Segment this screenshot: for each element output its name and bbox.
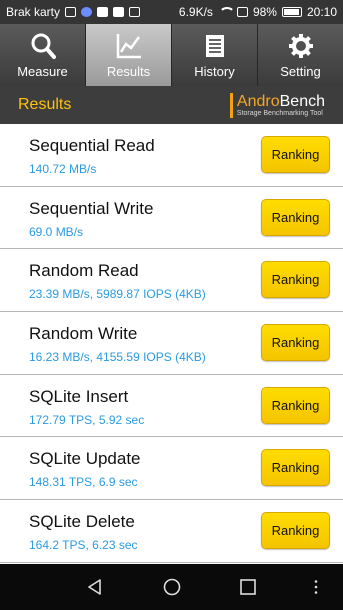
tab-setting[interactable]: Setting — [258, 24, 343, 86]
mail-icon-2 — [113, 7, 125, 17]
results-list[interactable]: Sequential Read 140.72 MB/s Ranking Sequ… — [0, 124, 343, 564]
tab-label: Setting — [280, 63, 321, 79]
battery-percent: 98% — [252, 5, 277, 19]
network-speed: 6.9K/s — [178, 5, 213, 19]
wifi-icon — [218, 7, 235, 17]
result-row-sqlite-update: SQLite Update 148.31 TPS, 6.9 sec Rankin… — [0, 437, 343, 501]
result-row-random-write: Random Write 16.23 MB/s, 4155.59 IOPS (4… — [0, 312, 343, 375]
menu-icon — [314, 580, 318, 594]
image-icon — [129, 7, 141, 17]
mail-icon — [97, 7, 109, 17]
clock: 20:10 — [306, 5, 337, 19]
logo-text: AndroBench — [237, 93, 325, 110]
list-icon — [205, 34, 224, 57]
result-value: 164.2 TPS, 6.23 sec — [29, 538, 138, 553]
result-name: Random Read — [29, 261, 139, 281]
sim-icon — [65, 7, 77, 17]
page-title: Results — [18, 96, 72, 113]
result-value: 172.79 TPS, 5.92 sec — [29, 412, 145, 427]
tab-history[interactable]: History — [172, 24, 258, 86]
menu-button[interactable] — [296, 564, 336, 610]
notification-icon — [81, 7, 93, 17]
result-value: 140.72 MB/s — [29, 162, 97, 176]
home-button[interactable] — [152, 564, 192, 610]
result-name: SQLite Update — [29, 449, 141, 469]
status-bar: Brak karty 6.9K/s 98% 20:10 — [0, 0, 343, 24]
result-value: 16.23 MB/s, 4155.59 IOPS (4KB) — [29, 350, 206, 365]
recents-button[interactable] — [228, 564, 268, 610]
navigation-bar — [0, 564, 343, 610]
result-name: Sequential Write — [29, 198, 154, 218]
logo-text-bench: Bench — [279, 92, 325, 110]
tab-results[interactable]: Results — [86, 24, 172, 86]
result-row-random-read: Random Read 23.39 MB/s, 5989.87 IOPS (4K… — [0, 249, 343, 313]
back-button[interactable] — [75, 564, 115, 610]
tab-label: History — [194, 63, 235, 79]
ranking-button[interactable]: Ranking — [261, 198, 330, 236]
ranking-button[interactable]: Ranking — [261, 386, 330, 424]
result-row-sqlite-delete: SQLite Delete 164.2 TPS, 6.23 sec Rankin… — [0, 500, 343, 563]
result-name: Random Write — [29, 324, 138, 344]
vibrate-icon — [236, 7, 248, 17]
ranking-button[interactable]: Ranking — [261, 449, 330, 487]
result-row-sequential-read: Sequential Read 140.72 MB/s Ranking — [0, 124, 343, 187]
result-value: 69.0 MB/s — [29, 224, 84, 239]
result-name: SQLite Delete — [29, 512, 135, 532]
carrier-label: Brak karty — [6, 5, 61, 19]
battery-icon — [281, 7, 302, 17]
chart-icon — [116, 33, 141, 58]
logo-subtitle: Storage Benchmarking Tool — [236, 109, 323, 117]
androbench-logo: AndroBench Storage Benchmarking Tool — [229, 92, 325, 118]
recents-icon — [240, 579, 256, 595]
back-icon — [88, 579, 101, 595]
result-row-sequential-write: Sequential Write 69.0 MB/s Ranking — [0, 187, 343, 250]
tab-label: Results — [106, 63, 151, 79]
ranking-button[interactable]: Ranking — [261, 512, 330, 550]
search-icon — [31, 33, 56, 59]
logo-text-andro: Andro — [236, 92, 280, 110]
result-value: 23.39 MB/s, 5989.87 IOPS (4KB) — [29, 287, 206, 302]
result-name: SQLite Insert — [29, 386, 129, 406]
ranking-button[interactable]: Ranking — [261, 324, 330, 362]
tab-bar: Measure Results History Setting — [0, 24, 343, 86]
result-value: 148.31 TPS, 6.9 sec — [29, 475, 138, 490]
results-header: Results AndroBench Storage Benchmarking … — [0, 86, 343, 124]
tab-measure[interactable]: Measure — [0, 24, 86, 86]
result-name: Sequential Read — [29, 136, 155, 155]
ranking-button[interactable]: Ranking — [261, 136, 330, 173]
gear-icon — [288, 33, 313, 58]
result-row-sqlite-insert: SQLite Insert 172.79 TPS, 5.92 sec Ranki… — [0, 375, 343, 438]
home-icon — [163, 578, 181, 596]
tab-label: Measure — [17, 63, 68, 79]
ranking-button[interactable]: Ranking — [261, 261, 330, 299]
